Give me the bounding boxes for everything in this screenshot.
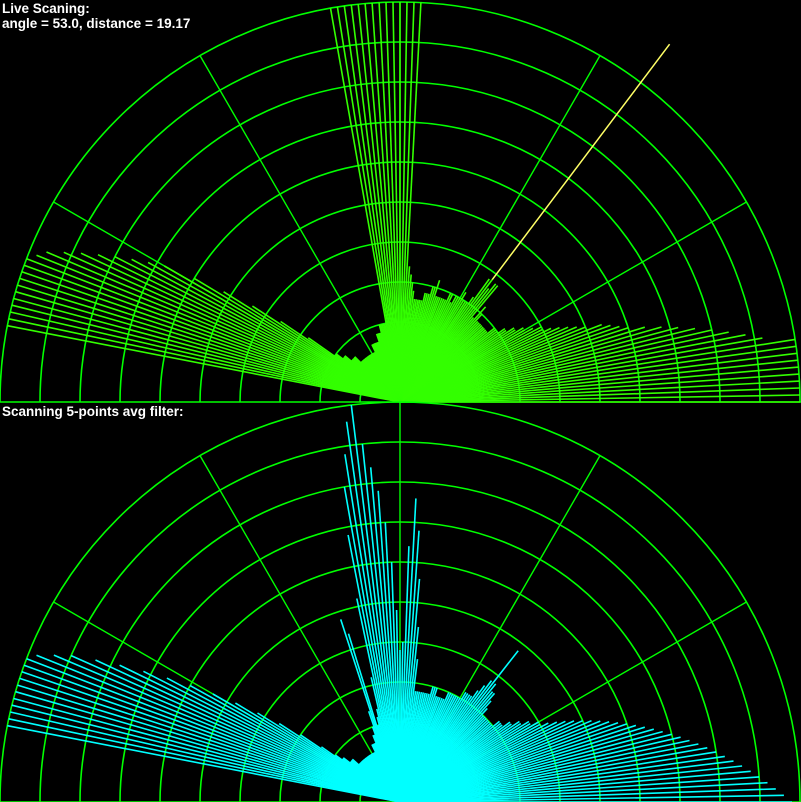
scan-ray — [21, 271, 401, 403]
scan-ray — [80, 252, 401, 403]
scan-ray — [36, 654, 401, 802]
scan-ray — [13, 697, 401, 802]
scan-ray — [95, 659, 401, 802]
scan-ray — [26, 657, 401, 802]
radar-canvas — [0, 1, 801, 802]
scan-ray — [13, 297, 401, 403]
filtered-scan-title: Scanning 5-points avg filter: — [2, 404, 184, 419]
scan-ray — [26, 257, 401, 403]
radar-window: Live Scaning: angle = 53.0, distance = 1… — [0, 0, 801, 802]
scan-ray — [343, 5, 401, 403]
scan-ray — [63, 251, 401, 403]
live-scan-title: Live Scaning: — [2, 1, 90, 16]
live-scan-reading: angle = 53.0, distance = 19.17 — [2, 16, 191, 31]
scan-ray — [10, 711, 401, 802]
scan-ray — [21, 671, 401, 802]
scan-ray — [114, 255, 401, 403]
scan-ray — [36, 254, 401, 403]
scan-ray — [344, 454, 401, 802]
